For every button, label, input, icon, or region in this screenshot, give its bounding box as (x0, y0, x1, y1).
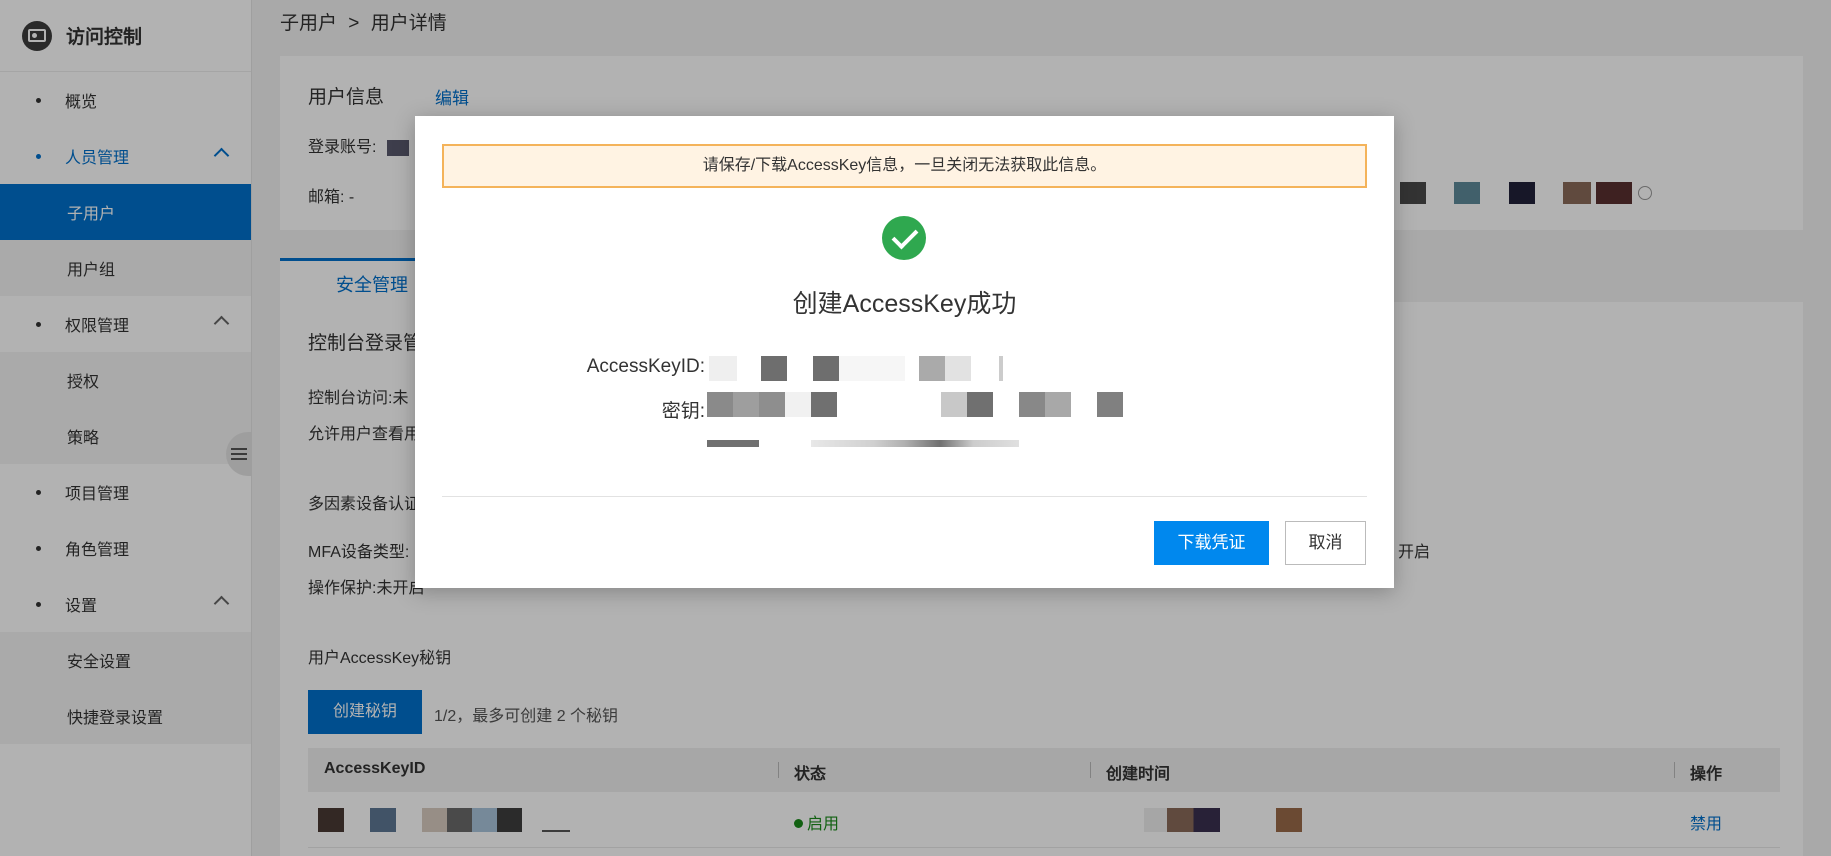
redacted-block (1097, 392, 1123, 417)
redacted-block (919, 356, 945, 381)
redacted-block (759, 392, 785, 417)
redacted-block (813, 356, 839, 381)
download-credentials-button[interactable]: 下载凭证 (1154, 521, 1269, 565)
secret-value-redacted (707, 392, 1127, 472)
cancel-button[interactable]: 取消 (1285, 521, 1366, 565)
redacted-block (999, 356, 1003, 381)
page: 访问控制 概览 人员管理 子用户 用户组 权限管理 授权 策略 项目管理 角色管… (0, 0, 1831, 856)
redacted-block (967, 392, 993, 417)
redacted-block (709, 356, 737, 381)
redacted-block (811, 392, 837, 417)
redacted-block (707, 392, 733, 417)
redacted-block (1045, 392, 1071, 417)
create-accesskey-dialog: 请保存/下载AccessKey信息，一旦关闭无法获取此信息。 创建AccessK… (415, 116, 1394, 588)
redacted-block (733, 392, 759, 417)
redacted-block (811, 440, 1019, 447)
dialog-divider (442, 496, 1367, 497)
redacted-block (707, 440, 759, 447)
redacted-block (839, 356, 905, 381)
redacted-block (761, 356, 787, 381)
redacted-block (785, 392, 811, 417)
redacted-block (941, 392, 967, 417)
dialog-title: 创建AccessKey成功 (792, 290, 1017, 318)
warning-banner: 请保存/下载AccessKey信息，一旦关闭无法获取此信息。 (442, 144, 1367, 188)
success-check-icon (882, 216, 926, 260)
secret-label: 密钥: (661, 401, 705, 422)
accesskey-id-label: AccessKeyID: (586, 356, 705, 377)
redacted-block (1019, 392, 1045, 417)
accesskey-id-value-redacted (709, 356, 1029, 381)
redacted-block (945, 356, 971, 381)
